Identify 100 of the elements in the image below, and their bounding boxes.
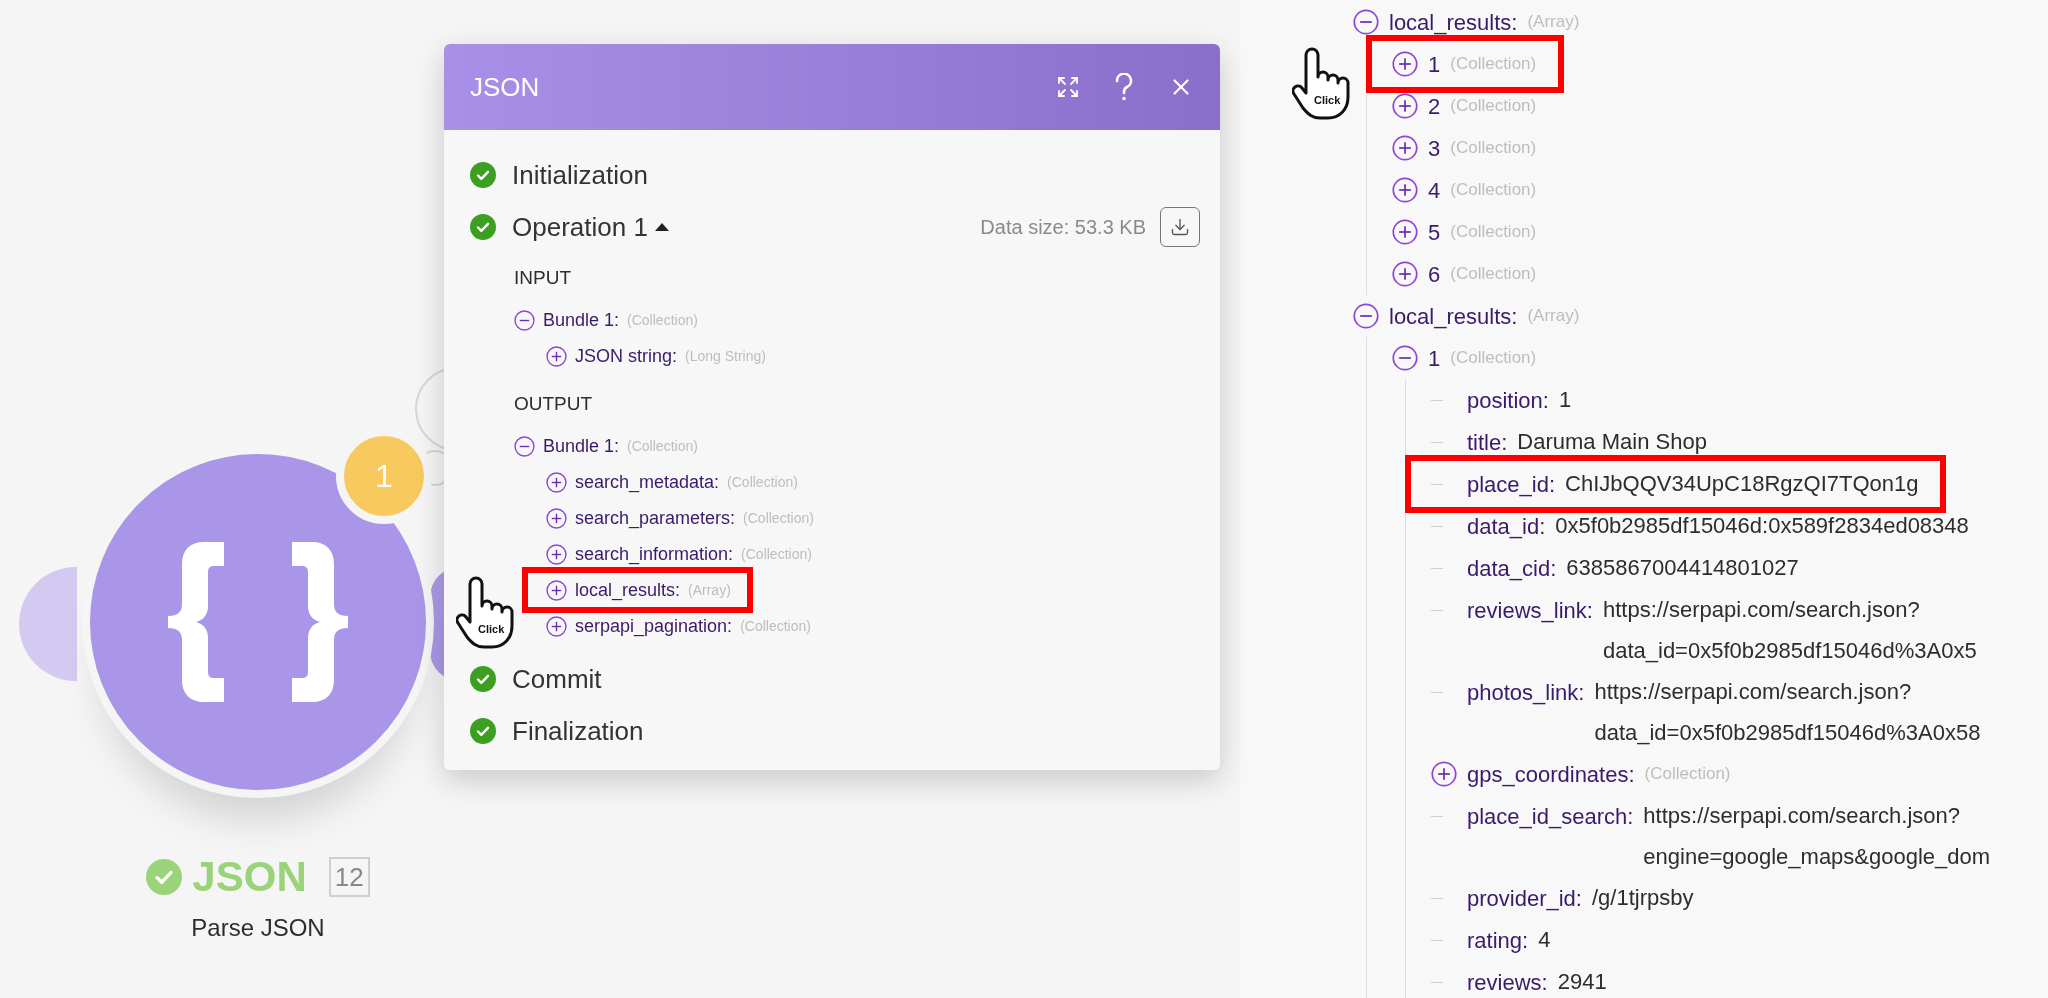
- tree-key: gps_coordinates:: [1467, 757, 1635, 791]
- tree-key: reviews:: [1467, 965, 1548, 998]
- expand-icon[interactable]: [1392, 51, 1418, 77]
- tree-value: 0x5f0b2985df15046d:0x589f2834ed08348: [1555, 512, 1969, 540]
- data-size-label: Data size: 53.3 KB: [980, 215, 1146, 240]
- step-label: Commit: [512, 662, 602, 696]
- type-label: (Collection): [1450, 137, 1537, 160]
- tree-key: Bundle 1:: [543, 432, 620, 460]
- expand-icon[interactable]: [1392, 177, 1418, 203]
- help-icon[interactable]: [1114, 73, 1134, 101]
- braces-icon: [168, 542, 348, 702]
- tree-key: 1: [1428, 47, 1441, 81]
- tree-key: 3: [1428, 131, 1441, 165]
- tree-key: Bundle 1:: [543, 306, 620, 334]
- expand-icon[interactable]: [1056, 75, 1080, 99]
- caret-up-icon[interactable]: [653, 222, 670, 232]
- tree-key: 6: [1428, 257, 1441, 291]
- tree-value: data_id=0x5f0b2985df15046d%3A0x58: [1594, 719, 1981, 747]
- success-check-icon: [470, 162, 496, 188]
- section-heading: INPUT: [514, 265, 571, 290]
- success-check-icon: [146, 859, 183, 895]
- module-title: JSON: [192, 856, 307, 898]
- type-label: (Collection): [1644, 763, 1731, 786]
- tree-value: https://serpapi.com/search.json?: [1594, 678, 1912, 706]
- expand-icon[interactable]: [1392, 219, 1418, 245]
- type-label: (Collection): [627, 436, 698, 456]
- expand-icon[interactable]: [1392, 261, 1418, 287]
- success-check-icon: [470, 718, 496, 744]
- tree-key: photos_link:: [1467, 675, 1585, 709]
- expand-icon[interactable]: [1392, 93, 1418, 119]
- type-label: (Collection): [1450, 53, 1537, 76]
- collapse-icon[interactable]: [514, 309, 535, 331]
- tree-value: ChIJbQQV34UpC18RgzQI7TQon1g: [1565, 470, 1919, 498]
- type-label: (Collection): [743, 508, 814, 528]
- expand-icon[interactable]: [546, 543, 567, 565]
- tree-value: 2941: [1557, 968, 1607, 996]
- type-label: (Long String): [685, 346, 766, 366]
- tree-key: 5: [1428, 215, 1441, 249]
- tree-value: Daruma Main Shop: [1517, 428, 1707, 456]
- success-check-icon: [470, 666, 496, 692]
- tree-key: search_parameters:: [575, 504, 736, 532]
- type-label: (Array): [1527, 305, 1580, 328]
- tree-key: rating:: [1467, 923, 1529, 957]
- expand-icon[interactable]: [1431, 761, 1457, 787]
- type-label: (Collection): [1450, 95, 1537, 118]
- type-label: (Collection): [741, 544, 812, 564]
- type-label: (Collection): [627, 310, 698, 330]
- type-label: (Collection): [1450, 263, 1537, 286]
- type-label: (Array): [688, 580, 731, 600]
- type-label: (Array): [1527, 11, 1580, 34]
- step-label: Initialization: [512, 158, 648, 192]
- expand-icon[interactable]: [546, 507, 567, 529]
- tree-key: local_results:: [1389, 5, 1518, 39]
- tree-key: title:: [1467, 425, 1508, 459]
- tree-key: 1: [1428, 341, 1441, 375]
- tree-key: 4: [1428, 173, 1441, 207]
- section-heading: OUTPUT: [514, 391, 593, 416]
- tree-key: place_id:: [1467, 467, 1556, 501]
- tree-value: engine=google_maps&google_dom: [1643, 843, 1991, 871]
- type-label: (Collection): [1450, 221, 1537, 244]
- type-label: (Collection): [740, 616, 811, 636]
- tree-value: 4: [1538, 926, 1551, 954]
- tree-value: 1: [1558, 386, 1572, 414]
- tree-key: JSON string:: [575, 342, 678, 370]
- success-check-icon: [470, 214, 496, 240]
- tree-key: data_cid:: [1467, 551, 1557, 585]
- collapse-icon[interactable]: [1353, 9, 1379, 35]
- step-label: Operation 1: [512, 210, 648, 244]
- collapse-icon[interactable]: [1392, 345, 1418, 371]
- download-icon: [1170, 217, 1190, 237]
- step-label: Finalization: [512, 714, 644, 748]
- tree-key: provider_id:: [1467, 881, 1582, 915]
- click-label: Click: [478, 624, 505, 635]
- tree-key: serpapi_pagination:: [575, 612, 733, 640]
- collapse-icon[interactable]: [1353, 303, 1379, 329]
- type-label: (Collection): [727, 472, 798, 492]
- tree-key: search_metadata:: [575, 468, 720, 496]
- expand-icon[interactable]: [546, 345, 567, 367]
- type-label: (Collection): [1450, 347, 1537, 370]
- module-id: 12: [328, 857, 370, 897]
- click-label: Click: [1314, 95, 1341, 106]
- dialog-title: JSON: [470, 70, 540, 104]
- tree-key: local_results:: [575, 576, 681, 604]
- module-subtitle: Parse JSON: [191, 913, 325, 943]
- tree-value: https://serpapi.com/search.json?: [1602, 596, 1920, 624]
- expand-icon[interactable]: [546, 615, 567, 637]
- tree-key: search_information:: [575, 540, 734, 568]
- expand-icon[interactable]: [546, 579, 567, 601]
- tree-value: https://serpapi.com/search.json?: [1643, 802, 1961, 830]
- download-button[interactable]: [1160, 207, 1200, 247]
- tree-key: place_id_search:: [1467, 799, 1634, 833]
- tree-value: data_id=0x5f0b2985df15046d%3A0x5: [1602, 637, 1977, 665]
- expand-icon[interactable]: [1392, 135, 1418, 161]
- type-label: (Collection): [1450, 179, 1537, 202]
- expand-icon[interactable]: [546, 471, 567, 493]
- collapse-icon[interactable]: [514, 435, 535, 457]
- tree-value: /g/1tjrpsby: [1591, 884, 1694, 912]
- tree-key: data_id:: [1467, 509, 1546, 543]
- tree-key: position:: [1467, 383, 1549, 417]
- tree-key: local_results:: [1389, 299, 1518, 333]
